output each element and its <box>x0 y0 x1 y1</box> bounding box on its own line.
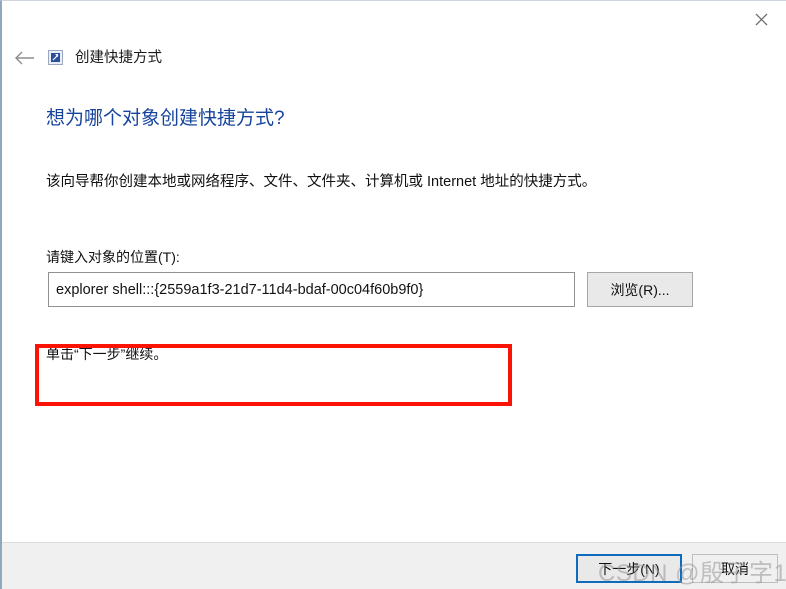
back-arrow-icon <box>15 51 34 65</box>
browse-button[interactable]: 浏览(R)... <box>587 272 693 307</box>
continue-hint: 单击“下一步”继续。 <box>46 346 168 362</box>
wizard-content: 想为哪个对象创建快捷方式? 该向导帮你创建本地或网络程序、文件、文件夹、计算机或… <box>2 81 786 541</box>
location-field-label: 请键入对象的位置(T): <box>46 249 180 265</box>
create-shortcut-window: 创建快捷方式 想为哪个对象创建快捷方式? 该向导帮你创建本地或网络程序、文件、文… <box>0 0 786 589</box>
location-input[interactable] <box>48 272 575 307</box>
close-button[interactable] <box>738 3 784 35</box>
page-description: 该向导帮你创建本地或网络程序、文件、文件夹、计算机或 Internet 地址的快… <box>46 174 597 190</box>
wizard-caption: 创建快捷方式 <box>75 50 162 66</box>
next-button[interactable]: 下一步(N) <box>576 554 682 583</box>
dialog-footer: 下一步(N) 取消 <box>2 542 786 589</box>
wizard-nav-row: 创建快捷方式 <box>2 43 786 75</box>
page-heading: 想为哪个对象创建快捷方式? <box>46 108 285 129</box>
title-bar <box>2 1 786 41</box>
cancel-button[interactable]: 取消 <box>692 554 778 583</box>
back-button[interactable] <box>12 45 38 71</box>
close-icon <box>755 13 767 25</box>
shortcut-icon <box>48 50 63 65</box>
